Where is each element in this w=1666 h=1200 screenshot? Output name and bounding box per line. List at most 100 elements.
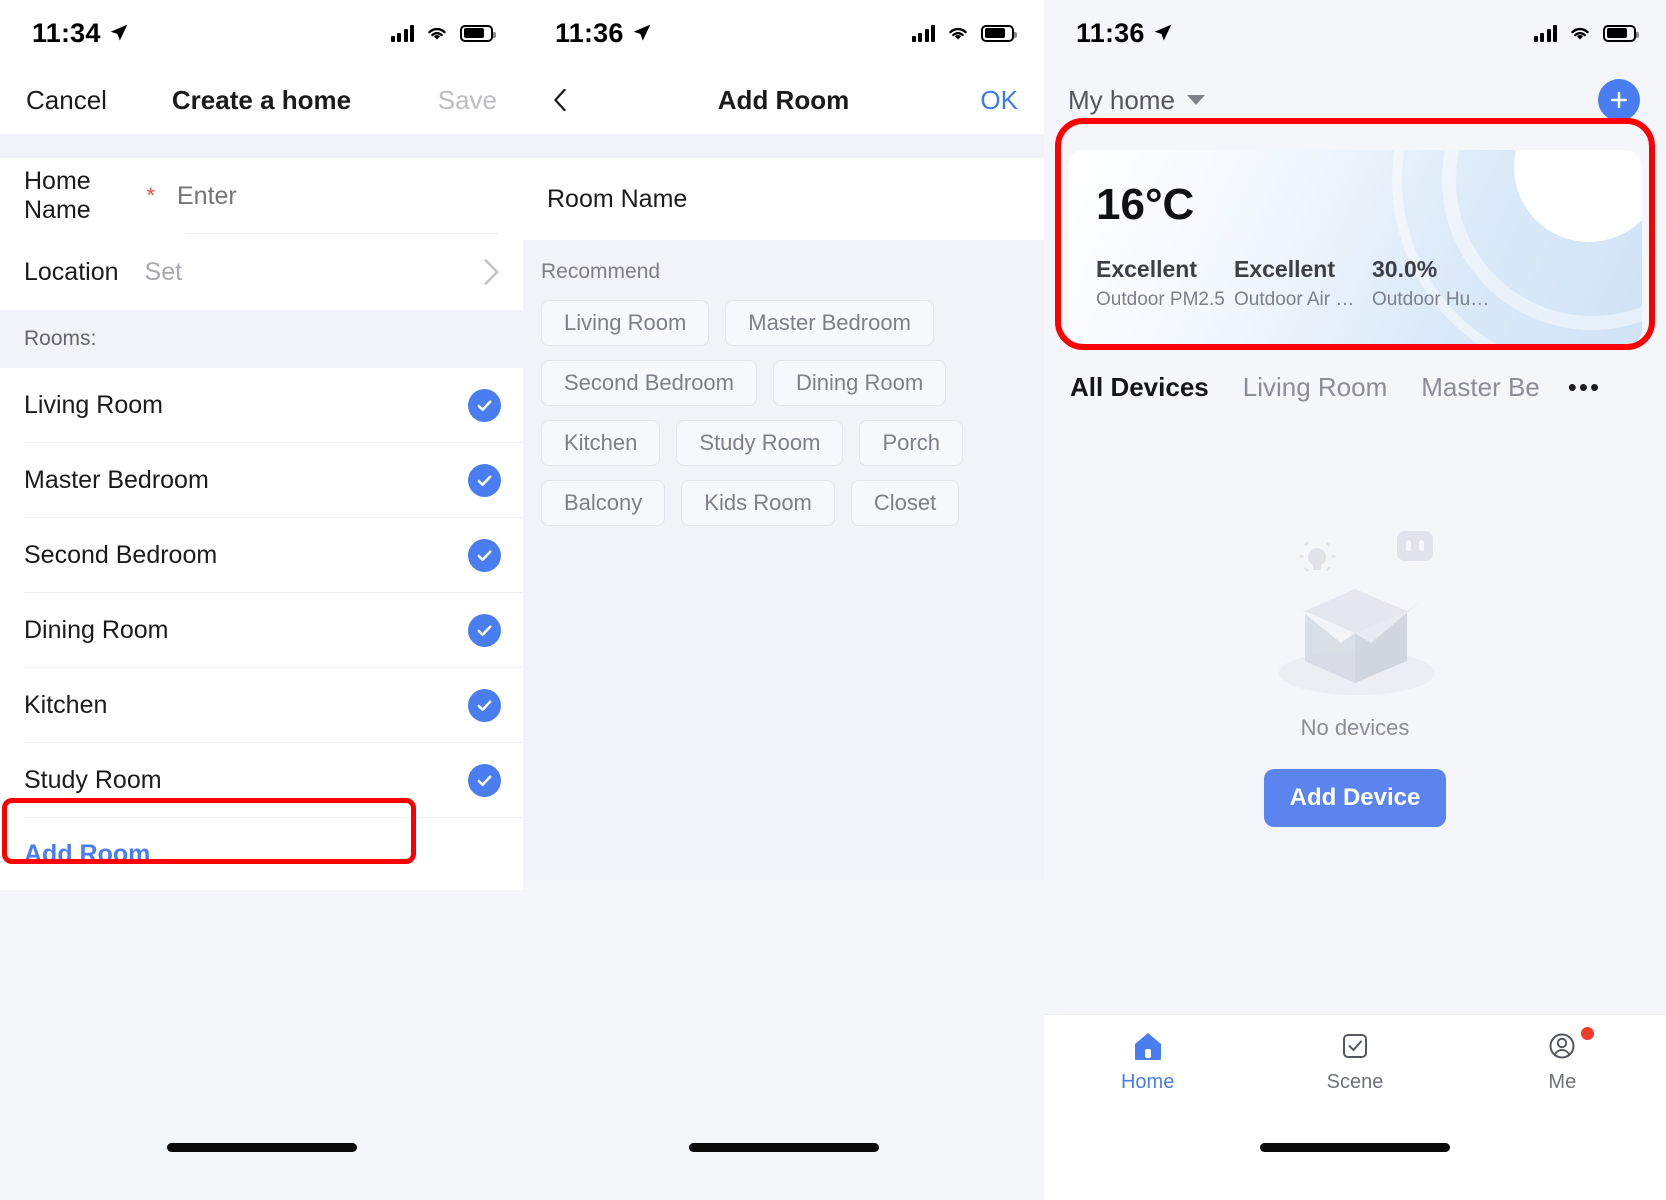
home-form: Home Name * Location Set (0, 158, 523, 310)
weather-metric: Excellent Outdoor PM2.5 (1096, 256, 1234, 311)
recommend-title: Recommend (541, 260, 661, 283)
panel-create-home: 11:34 Cancel Create a home Save Home Nam… (0, 0, 523, 1200)
recommend-chip[interactable]: Kitchen (541, 420, 661, 466)
nav-divider-band (0, 134, 523, 158)
room-tabs: All Devices Living Room Master Be ••• (1044, 346, 1666, 403)
tabbar-label: Home (1120, 1071, 1175, 1093)
status-bar: 11:34 (0, 0, 523, 66)
status-bar: 11:36 (1044, 0, 1666, 66)
account-icon (1549, 1033, 1575, 1059)
room-label: Second Bedroom (24, 541, 218, 569)
check-icon[interactable] (468, 389, 501, 422)
wifi-icon (949, 27, 967, 40)
battery-icon (1603, 24, 1639, 42)
room-row[interactable]: Second Bedroom (0, 518, 523, 593)
recommend-chip[interactable]: Kids Room (681, 480, 835, 526)
room-label: Master Bedroom (24, 466, 209, 494)
status-bar-right (1533, 24, 1639, 42)
empty-state: No devices Add Device (1044, 515, 1666, 827)
location-arrow-icon (633, 24, 650, 41)
room-label: Dining Room (24, 616, 169, 644)
metric-value: Excellent (1096, 256, 1197, 282)
recommend-chip[interactable]: Balcony (541, 480, 666, 526)
check-icon[interactable] (468, 689, 501, 722)
room-row[interactable]: Dining Room (0, 593, 523, 668)
screenshot-root: 11:34 Cancel Create a home Save Home Nam… (0, 0, 1666, 1200)
recommend-chip[interactable]: Second Bedroom (541, 360, 757, 406)
room-row[interactable]: Study Room (0, 743, 523, 818)
cellular-signal-icon (390, 24, 414, 42)
tabbar-items: Home Scene Me (1044, 1015, 1666, 1131)
status-bar-right (390, 24, 496, 42)
recommend-chip-list: Living Room Master Bedroom Second Bedroo… (523, 300, 1044, 526)
home-name-input[interactable] (177, 181, 499, 211)
location-arrow-icon (110, 24, 127, 41)
nav-divider-band (523, 134, 1044, 158)
status-bar: 11:36 (523, 0, 1044, 66)
save-button[interactable]: Save (438, 85, 497, 116)
location-row[interactable]: Location Set (0, 234, 523, 310)
check-icon[interactable] (468, 539, 501, 572)
recommend-chip[interactable]: Dining Room (773, 360, 947, 406)
recommend-chip[interactable]: Porch (859, 420, 963, 466)
room-name-label: Room Name (547, 184, 688, 213)
battery-icon (981, 24, 1017, 42)
tab-living-room[interactable]: Living Room (1243, 372, 1388, 403)
status-time: 11:36 (1076, 17, 1145, 48)
status-bar-right (911, 24, 1017, 42)
room-label: Study Room (24, 766, 162, 794)
room-row[interactable]: Kitchen (0, 668, 523, 743)
status-bar-left: 11:36 (555, 18, 652, 49)
tab-all-devices[interactable]: All Devices (1070, 372, 1209, 403)
tabbar-label: Me (1548, 1071, 1577, 1093)
temperature-value: 16°C (1096, 180, 1195, 229)
recommend-chip[interactable]: Master Bedroom (725, 300, 934, 346)
rooms-section-header: Rooms: (0, 310, 523, 368)
tabbar-label: Scene (1326, 1071, 1384, 1093)
recommend-chip[interactable]: Study Room (676, 420, 844, 466)
empty-box-illustration (1245, 515, 1465, 705)
cancel-button[interactable]: Cancel (26, 85, 107, 116)
plus-icon (1610, 91, 1628, 109)
status-bar-left: 11:36 (1076, 18, 1173, 49)
metric-value: 30.0% (1372, 256, 1438, 282)
room-row[interactable]: Master Bedroom (0, 443, 523, 518)
navbar-create-home: Cancel Create a home Save (0, 66, 523, 134)
panel-add-room: 11:36 Add Room OK Room Name Recommend Li… (523, 0, 1044, 1200)
tabbar-item-home[interactable]: Home (1044, 1029, 1251, 1131)
recommend-chip[interactable]: Closet (850, 480, 960, 526)
wifi-icon (428, 27, 446, 40)
tab-master-bedroom[interactable]: Master Be (1421, 372, 1540, 403)
checkbox-icon (1342, 1034, 1367, 1058)
cellular-signal-icon (1533, 24, 1557, 42)
tabbar-item-me[interactable]: Me (1459, 1027, 1666, 1131)
recommend-chip[interactable]: Living Room (541, 300, 710, 346)
navbar-add-room: Add Room OK (523, 66, 1044, 134)
weather-metrics: Excellent Outdoor PM2.5 Excellent Outdoo… (1096, 256, 1614, 311)
ok-button[interactable]: OK (980, 85, 1018, 116)
wifi-icon (1571, 27, 1589, 40)
check-icon[interactable] (468, 614, 501, 647)
room-label: Living Room (24, 391, 163, 419)
room-name-row[interactable]: Room Name (523, 158, 1044, 240)
weather-card[interactable]: 16°C Excellent Outdoor PM2.5 Excellent O… (1068, 150, 1642, 346)
home-indicator (1260, 1143, 1450, 1152)
add-device-button[interactable]: Add Device (1264, 769, 1446, 827)
recommend-section: Recommend Living Room Master Bedroom Sec… (523, 240, 1044, 880)
panel-home: 11:36 My home 16°C Excellent Outdoor PM2… (1044, 0, 1666, 1200)
check-icon[interactable] (468, 464, 501, 497)
ellipsis-icon[interactable]: ••• (1568, 372, 1601, 403)
location-arrow-icon (1154, 24, 1171, 41)
weather-metric: Excellent Outdoor Air Qu... (1234, 256, 1372, 311)
required-marker: * (146, 183, 155, 208)
add-room-button[interactable]: Add Room (0, 818, 523, 890)
add-button[interactable] (1598, 79, 1640, 121)
home-selector-label: My home (1068, 84, 1175, 115)
chevron-left-icon[interactable] (549, 89, 571, 111)
tabbar-item-scene[interactable]: Scene (1251, 1029, 1458, 1131)
check-icon[interactable] (468, 764, 501, 797)
room-row[interactable]: Living Room (0, 368, 523, 443)
home-selector[interactable]: My home (1068, 85, 1205, 116)
home-name-row[interactable]: Home Name * (0, 158, 523, 234)
weather-metric: 30.0% Outdoor Humid... (1372, 256, 1510, 311)
